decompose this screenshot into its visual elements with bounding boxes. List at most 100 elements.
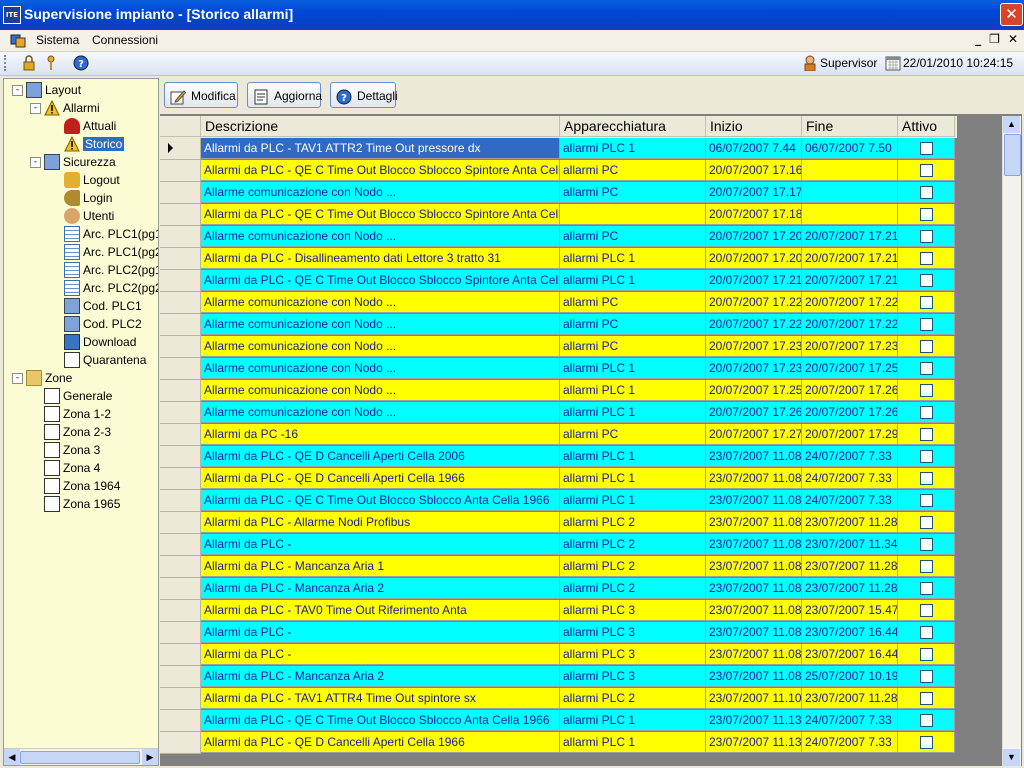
cell-inizio[interactable]: 23/07/2007 11.13 [706, 732, 802, 753]
cell-descrizione[interactable]: Allarme comunicazione con Nodo ... [201, 314, 560, 335]
row-header[interactable] [160, 468, 201, 490]
tree-item-zona-1-2[interactable]: Zona 1-2 [44, 405, 111, 423]
row-header[interactable] [160, 160, 201, 182]
cell-apparecchiatura[interactable]: allarmi PLC 1 [560, 380, 706, 401]
column-header-attivo[interactable]: Attivo [898, 116, 955, 137]
cell-fine[interactable]: 20/07/2007 17.25 [802, 358, 898, 379]
cell-descrizione[interactable]: Allarmi da PLC - [201, 534, 560, 555]
table-row[interactable]: Allarmi da PLC - allarmi PLC 2 23/07/2007 … [160, 534, 957, 556]
row-header[interactable] [160, 446, 201, 468]
cell-descrizione[interactable]: Allarmi da PLC - [201, 644, 560, 665]
cell-apparecchiatura[interactable]: allarmi PC [560, 336, 706, 357]
table-row[interactable]: Allarmi da PLC - allarmi PLC 3 23/07/2007 … [160, 644, 957, 666]
restore-icon[interactable]: ❐ [989, 32, 1000, 46]
cell-apparecchiatura[interactable]: allarmi PLC 2 [560, 534, 706, 555]
cell-descrizione[interactable]: Allarmi da PLC - Mancanza Aria 2 [201, 578, 560, 599]
attivo-checkbox[interactable] [920, 164, 933, 177]
cell-inizio[interactable]: 23/07/2007 11.08 [706, 666, 802, 687]
cell-inizio[interactable]: 20/07/2007 17.23 [706, 336, 802, 357]
cell-inizio[interactable]: 23/07/2007 11.08 [706, 512, 802, 533]
cell-descrizione[interactable]: Allarmi da PLC - TAV1 ATTR4 Time Out spi… [201, 688, 560, 709]
cell-apparecchiatura[interactable]: allarmi PLC 3 [560, 600, 706, 621]
cell-descrizione[interactable]: Allarme comunicazione con Nodo ... [201, 226, 560, 247]
tree-item-arc-plc2-pg1[interactable]: Arc. PLC2(pg1) [64, 261, 158, 279]
table-row[interactable]: Allarmi da PLC - TAV1 ATTR4 Time Out spi… [160, 688, 957, 710]
tree-item-storico[interactable]: Storico [64, 135, 125, 153]
alarm-history-grid[interactable]: Descrizione Apparecchiatura Inizio Fine … [160, 116, 957, 766]
cell-apparecchiatura[interactable]: allarmi PLC 3 [560, 666, 706, 687]
cell-fine[interactable]: 20/07/2007 17.23 [802, 336, 898, 357]
attivo-checkbox[interactable] [920, 494, 933, 507]
table-row[interactable]: Allarme comunicazione con Nodo ... allarm… [160, 380, 957, 402]
tree-item-utenti[interactable]: Utenti [64, 207, 114, 225]
cell-inizio[interactable]: 23/07/2007 11.08 [706, 534, 802, 555]
attivo-checkbox[interactable] [920, 428, 933, 441]
grid-vertical-scrollbar[interactable]: ▲ ▼ [1002, 116, 1021, 766]
cell-fine[interactable]: 23/07/2007 16.44 [802, 622, 898, 643]
cell-apparecchiatura[interactable]: allarmi PLC 1 [560, 138, 706, 159]
cell-inizio[interactable]: 23/07/2007 11.10 [706, 688, 802, 709]
table-row[interactable]: Allarme comunicazione con Nodo ... allarm… [160, 292, 957, 314]
table-row[interactable]: Allarme comunicazione con Nodo ... allarm… [160, 402, 957, 424]
cell-inizio[interactable]: 23/07/2007 11.08 [706, 644, 802, 665]
table-row[interactable]: Allarmi da PLC - QE C Time Out Blocco Sb… [160, 160, 957, 182]
modifica-button[interactable]: Modifica [164, 82, 238, 108]
cell-inizio[interactable]: 20/07/2007 17.26 [706, 402, 802, 423]
cell-descrizione[interactable]: Allarmi da PLC - TAV0 Time Out Riferimen… [201, 600, 560, 621]
tree-item-zone[interactable]: Zone [26, 369, 72, 387]
cell-descrizione[interactable]: Allarmi da PLC - QE C Time Out Blocco Sb… [201, 204, 560, 225]
table-row[interactable]: Allarmi da PLC - QE D Cancelli Aperti Ce… [160, 732, 957, 754]
column-header-apparecchiatura[interactable]: Apparecchiatura [560, 116, 706, 137]
row-header[interactable] [160, 380, 201, 402]
cell-fine[interactable]: 25/07/2007 10.19 [802, 666, 898, 687]
attivo-checkbox[interactable] [920, 296, 933, 309]
cell-fine[interactable]: 20/07/2007 17.26 [802, 402, 898, 423]
table-row[interactable]: Allarmi da PLC - Allarme Nodi Profibus al… [160, 512, 957, 534]
tree-item-attuali[interactable]: Attuali [64, 117, 116, 135]
attivo-checkbox[interactable] [920, 670, 933, 683]
cell-inizio[interactable]: 20/07/2007 17.22 [706, 292, 802, 313]
scroll-thumb[interactable] [1004, 134, 1021, 176]
table-row[interactable]: Allarmi da PLC - QE C Time Out Blocco Sb… [160, 204, 957, 226]
table-row[interactable]: Allarmi da PLC - QE D Cancelli Aperti Ce… [160, 468, 957, 490]
cell-descrizione[interactable]: Allarme comunicazione con Nodo ... [201, 336, 560, 357]
row-header[interactable] [160, 710, 201, 732]
scroll-left-icon[interactable]: ◀ [4, 749, 20, 765]
cell-inizio[interactable]: 20/07/2007 17.20 [706, 248, 802, 269]
attivo-checkbox[interactable] [920, 472, 933, 485]
cell-inizio[interactable]: 20/07/2007 17.16 [706, 160, 802, 181]
row-header[interactable] [160, 358, 201, 380]
attivo-checkbox[interactable] [920, 208, 933, 221]
row-header[interactable] [160, 666, 201, 688]
cell-fine[interactable]: 20/07/2007 17.21 [802, 248, 898, 269]
cell-descrizione[interactable]: Allarme comunicazione con Nodo ... [201, 402, 560, 423]
table-row[interactable]: Allarmi da PLC - Disallineamento dati Le… [160, 248, 957, 270]
cell-apparecchiatura[interactable]: allarmi PC [560, 160, 706, 181]
cell-apparecchiatura[interactable]: allarmi PLC 2 [560, 512, 706, 533]
row-header[interactable] [160, 622, 201, 644]
table-row[interactable]: Allarmi da PLC - Mancanza Aria 2 allarmi … [160, 666, 957, 688]
column-header-fine[interactable]: Fine [802, 116, 898, 137]
table-row[interactable]: Allarme comunicazione con Nodo ... allarm… [160, 182, 957, 204]
cell-fine[interactable]: 24/07/2007 7.33 [802, 490, 898, 511]
cell-apparecchiatura[interactable]: allarmi PLC 1 [560, 468, 706, 489]
cell-apparecchiatura[interactable]: allarmi PC [560, 292, 706, 313]
lock-icon[interactable] [21, 55, 37, 71]
cell-apparecchiatura[interactable]: allarmi PLC 1 [560, 710, 706, 731]
row-header[interactable] [160, 402, 201, 424]
table-row[interactable]: Allarmi da PLC - TAV1 ATTR2 Time Out pre… [160, 138, 957, 160]
cell-fine[interactable]: 23/07/2007 11.28 [802, 688, 898, 709]
cell-inizio[interactable]: 20/07/2007 17.17 [706, 182, 802, 203]
cell-descrizione[interactable]: Allarme comunicazione con Nodo ... [201, 380, 560, 401]
attivo-checkbox[interactable] [920, 714, 933, 727]
menu-connessioni[interactable]: Connessioni [92, 33, 158, 47]
tree-item-arc-plc1-pg2[interactable]: Arc. PLC1(pg2) [64, 243, 158, 261]
cell-descrizione[interactable]: Allarmi da PLC - QE C Time Out Blocco Sb… [201, 160, 560, 181]
attivo-checkbox[interactable] [920, 692, 933, 705]
cell-inizio[interactable]: 20/07/2007 17.22 [706, 314, 802, 335]
tree-item-logout[interactable]: Logout [64, 171, 120, 189]
table-row[interactable]: Allarmi da PLC - QE C Time Out Blocco Sb… [160, 490, 957, 512]
tree-expander-icon[interactable]: - [30, 103, 41, 114]
row-header[interactable] [160, 226, 201, 248]
cell-fine[interactable]: 24/07/2007 7.33 [802, 732, 898, 753]
